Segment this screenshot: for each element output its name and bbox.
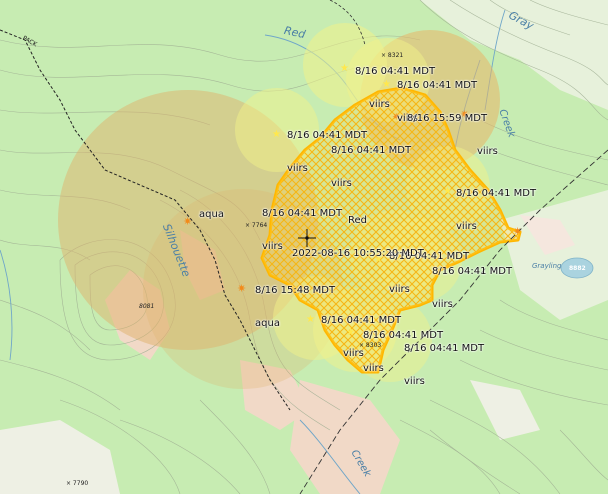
- detection-time: 8/16 04:41 MDT: [432, 266, 513, 277]
- peak-elevation: 8081: [139, 303, 155, 310]
- fire-label[interactable]: Red 2022-08-16 10:55:20 MDT: [292, 193, 424, 281]
- rock-area: [0, 420, 120, 494]
- fire-map[interactable]: ★ ★ ★ ✷ ✷ ★ ★ ✷ ✷ ★ ★ ✷ Red Gray Creek S…: [0, 0, 608, 494]
- detection-sensor: viirs: [477, 146, 498, 157]
- detection-time: 8/16 04:41 MDT: [397, 80, 478, 91]
- detection-time: 8/16 15:59 MDT: [407, 113, 488, 124]
- fire-timestamp: 2022-08-16 10:55:20 MDT: [292, 248, 424, 259]
- detection-sensor: viirs: [432, 299, 453, 310]
- hotspot-star[interactable]: ✷: [237, 282, 246, 295]
- detection-time: 8/16 04:41 MDT: [456, 188, 537, 199]
- detection-sensor: viirs: [331, 178, 352, 189]
- detection-sensor: viirs: [404, 376, 425, 387]
- hotspot-star[interactable]: ★: [272, 129, 281, 140]
- detection-time: 8/16 04:41 MDT: [331, 145, 412, 156]
- lake-elevation: 8882: [569, 265, 586, 272]
- spot-elevation: × 7790: [66, 480, 89, 487]
- detection-label[interactable]: 8/16 04:41 MDT viirs: [432, 244, 512, 332]
- hotspot-star[interactable]: ✷: [183, 215, 192, 228]
- lake-label: Grayling: [532, 262, 562, 270]
- detection-time: 8/16 04:41 MDT: [404, 343, 485, 354]
- hotspot-star[interactable]: ★: [443, 186, 452, 197]
- rock-area: [290, 380, 400, 494]
- fire-name: Red: [348, 215, 367, 226]
- aqua-label[interactable]: aqua: [199, 209, 224, 220]
- detection-label[interactable]: 8/16 04:41 MDT viirs: [404, 321, 484, 409]
- hotspot-star[interactable]: ★: [340, 63, 349, 74]
